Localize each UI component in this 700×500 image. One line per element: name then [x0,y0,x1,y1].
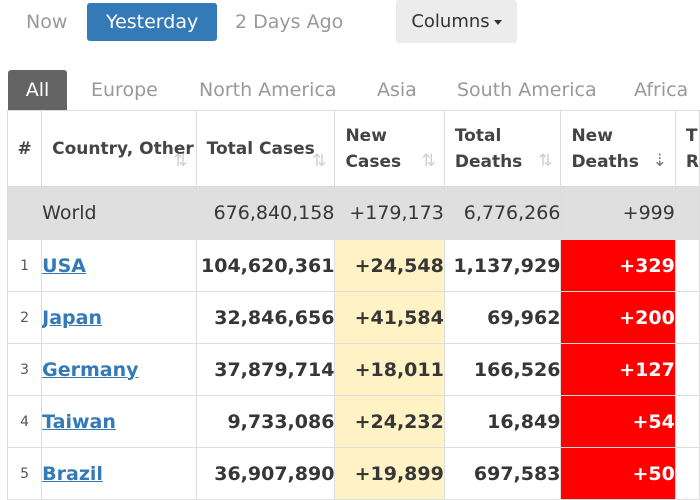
row-index: 2 [6,291,43,344]
row-index: 1 [6,239,43,292]
row-partial [674,395,700,448]
row-total-deaths: 69,962 [443,291,562,344]
region-tabs: All Europe North America Asia South Amer… [0,70,700,110]
row-new-deaths: +50 [560,447,676,500]
sort-icon: ⇅ [312,151,327,171]
tab-africa[interactable]: Africa [634,70,688,110]
tab-now[interactable]: Now [7,3,86,41]
row-total-deaths: 1,137,929 [443,239,562,292]
sort-icon: ⇅ [421,151,436,171]
header-new-deaths-label: New Deaths [571,125,639,172]
header-partial-label: T R [685,125,699,172]
table-row: 1 USA 104,620,361 +24,548 1,137,929 +329 [6,239,700,292]
row-total-deaths: 697,583 [443,447,562,500]
header-new-cases-label: New Cases [345,125,402,172]
table-row: 5 Brazil 36,907,890 +19,899 697,583 +50 [6,447,700,500]
world-row: World 676,840,158 +179,173 6,776,266 +99… [6,186,700,240]
row-country: Taiwan [41,395,197,448]
world-partial [674,186,700,240]
row-partial [674,447,700,500]
covid-table: # Country, Other ⇅ Total Cases ⇅ New Cas… [6,110,700,500]
row-total-deaths: 166,526 [443,343,562,396]
row-country: USA [41,239,197,292]
world-total-cases: 676,840,158 [195,186,336,240]
row-total-cases: 36,907,890 [195,447,336,500]
world-new-cases: +179,173 [334,186,445,240]
row-total-cases: 9,733,086 [195,395,336,448]
row-total-cases: 37,879,714 [195,343,336,396]
country-link[interactable]: Japan [43,307,102,329]
world-new-deaths: +999 [560,186,676,240]
row-index: 5 [6,447,43,500]
header-total-deaths[interactable]: Total Deaths ⇅ [443,110,562,187]
row-total-cases: 32,846,656 [195,291,336,344]
table-header-row: # Country, Other ⇅ Total Cases ⇅ New Cas… [6,110,700,187]
header-total-cases[interactable]: Total Cases ⇅ [195,110,336,187]
world-country: World [41,186,197,240]
header-new-deaths[interactable]: New Deaths ⇣ [560,110,676,187]
row-new-cases: +24,232 [334,395,445,448]
tab-2-days-ago[interactable]: 2 Days Ago [216,3,362,41]
row-country: Germany [41,343,197,396]
tab-north-america[interactable]: North America [199,70,337,110]
country-link[interactable]: Germany [43,359,139,381]
country-link[interactable]: Taiwan [43,411,116,433]
row-new-cases: +18,011 [334,343,445,396]
header-total-deaths-label: Total Deaths [454,125,523,172]
sort-icon: ⇅ [538,151,553,171]
caret-down-icon [493,19,502,25]
row-partial [674,291,700,344]
header-partial[interactable]: T R [674,110,700,187]
row-new-cases: +19,899 [334,447,445,500]
row-country: Japan [41,291,197,344]
columns-button-label: Columns [411,11,490,32]
tab-south-america[interactable]: South America [457,70,597,110]
row-new-cases: +41,584 [334,291,445,344]
row-partial [674,343,700,396]
row-partial [674,239,700,292]
tab-yesterday[interactable]: Yesterday [87,3,218,41]
row-country: Brazil [41,447,197,500]
header-total-cases-label: Total Cases [206,138,315,159]
row-total-deaths: 16,849 [443,395,562,448]
row-new-cases: +24,548 [334,239,445,292]
tab-europe[interactable]: Europe [91,70,158,110]
tab-all[interactable]: All [8,70,67,110]
table-row: 4 Taiwan 9,733,086 +24,232 16,849 +54 [6,395,700,448]
row-new-deaths: +54 [560,395,676,448]
row-new-deaths: +200 [560,291,676,344]
header-new-cases[interactable]: New Cases ⇅ [334,110,445,187]
table-row: 3 Germany 37,879,714 +18,011 166,526 +12… [6,343,700,396]
row-new-deaths: +329 [560,239,676,292]
header-country[interactable]: Country, Other ⇅ [41,110,197,187]
world-total-deaths: 6,776,266 [443,186,562,240]
columns-button[interactable]: Columns [396,0,517,43]
row-total-cases: 104,620,361 [195,239,336,292]
sort-icon: ⇅ [173,151,188,171]
country-link[interactable]: USA [43,255,86,277]
tab-asia[interactable]: Asia [377,70,417,110]
world-index [6,186,43,240]
table-row: 2 Japan 32,846,656 +41,584 69,962 +200 [6,291,700,344]
sort-desc-icon: ⇣ [652,151,667,171]
country-link[interactable]: Brazil [43,463,103,485]
row-index: 4 [6,395,43,448]
header-index: # [6,110,43,187]
row-new-deaths: +127 [560,343,676,396]
row-index: 3 [6,343,43,396]
